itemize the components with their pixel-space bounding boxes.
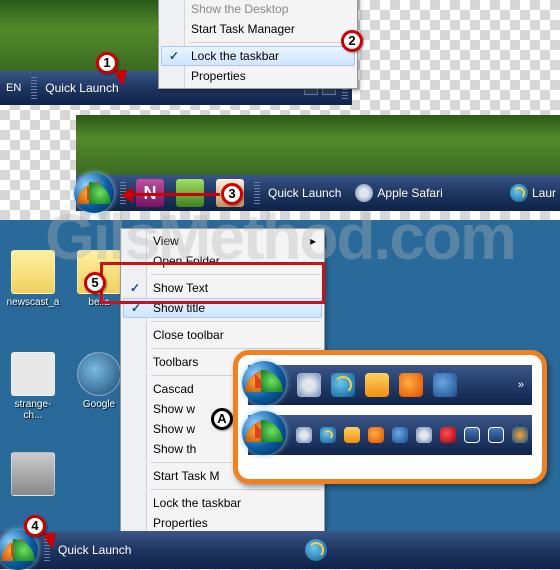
firefox-icon[interactable] — [399, 373, 423, 397]
file-icon — [11, 452, 55, 496]
arrow-line — [130, 193, 220, 196]
start-orb[interactable] — [74, 173, 114, 213]
menu-separator — [151, 321, 320, 322]
browser-icon[interactable] — [416, 427, 432, 443]
menu-item-properties[interactable]: Properties — [123, 513, 322, 533]
menu-separator — [151, 489, 320, 490]
taskbar-item-safari[interactable]: Apple Safari — [373, 186, 446, 200]
menu-item-lock-taskbar[interactable]: ✓ Lock the taskbar — [161, 46, 355, 66]
icon-label: bella — [88, 297, 109, 308]
panel-2: N Quick Launch Apple Safari Laur — [76, 115, 560, 211]
menu-separator — [151, 348, 320, 349]
ie-icon[interactable] — [510, 184, 528, 202]
menu-separator — [151, 274, 320, 275]
menu-item-view[interactable]: View▸ — [123, 231, 322, 251]
check-icon: ✓ — [130, 281, 140, 295]
icon-label: newscast_a — [7, 297, 60, 308]
menu-item-show-text[interactable]: ✓Show Text — [123, 278, 322, 298]
arrow-head-icon — [121, 187, 133, 203]
globe-icon — [77, 352, 121, 396]
callout-badge-1: 1 — [96, 52, 118, 74]
callout-badge-A: A — [211, 408, 233, 430]
firefox-icon[interactable] — [368, 427, 384, 443]
menu-item-open-folder[interactable]: Open Folder — [123, 251, 322, 271]
check-icon: ✓ — [131, 301, 141, 315]
thunderbird-icon[interactable] — [392, 427, 408, 443]
desktop-icon-newscast[interactable]: newscast_a — [6, 250, 60, 308]
ie-icon[interactable] — [305, 539, 327, 561]
file-icon — [11, 352, 55, 396]
menu-separator — [189, 42, 353, 43]
menu-item-show-title[interactable]: ✓Show title — [123, 298, 322, 318]
safari-icon[interactable] — [297, 373, 321, 397]
chevron-right-icon: ▸ — [310, 234, 316, 248]
opera-icon[interactable] — [440, 427, 456, 443]
toolbar-grip[interactable] — [31, 77, 37, 99]
taskbar-3[interactable]: Quick Launch — [0, 531, 560, 569]
arrow-icon — [42, 533, 56, 549]
example-taskbar-small — [248, 415, 532, 455]
folder-icon — [11, 250, 55, 294]
menu-item-lock-taskbar[interactable]: Lock the taskbar — [123, 493, 322, 513]
safari-icon[interactable] — [355, 184, 373, 202]
menu-item-start-task-manager[interactable]: Start Task Manager — [161, 19, 355, 39]
display-icon[interactable] — [488, 427, 504, 443]
outlook-icon[interactable] — [365, 373, 389, 397]
language-indicator[interactable]: EN — [0, 82, 27, 94]
desktop-icon-google[interactable]: Google — [72, 352, 126, 410]
desktop-grass — [76, 115, 560, 175]
menu-item-properties[interactable]: Properties — [161, 66, 355, 86]
start-orb[interactable] — [242, 361, 286, 405]
desktop-icon-strange[interactable]: strange-ch... — [6, 352, 60, 421]
outlook-icon[interactable] — [344, 427, 360, 443]
menu-item-show-desktop[interactable]: Show the Desktop — [161, 0, 355, 19]
media-player-icon[interactable] — [512, 427, 528, 443]
thunderbird-icon[interactable] — [433, 373, 457, 397]
taskbar-context-menu-1: Show the Desktop Start Task Manager ✓ Lo… — [158, 0, 358, 89]
callout-badge-3: 3 — [221, 183, 243, 205]
icon-label: Google — [83, 399, 115, 410]
safari-icon[interactable] — [296, 427, 312, 443]
start-orb[interactable] — [242, 411, 286, 455]
display-icon[interactable] — [464, 427, 480, 443]
callout-badge-5: 5 — [84, 272, 106, 294]
quick-launch-label[interactable]: Quick Launch — [54, 543, 135, 557]
check-icon: ✓ — [169, 49, 179, 63]
arrow-icon — [113, 70, 127, 86]
icon-label: strange-ch... — [15, 399, 52, 421]
quick-launch-label[interactable]: Quick Launch — [41, 81, 122, 95]
example-taskbar-large: » — [248, 365, 532, 405]
desktop-icon-file[interactable] — [6, 452, 60, 499]
quick-launch-label[interactable]: Quick Launch — [264, 186, 345, 200]
callout-badge-2: 2 — [341, 30, 363, 52]
toolbar-grip[interactable] — [254, 182, 260, 204]
ie-icon[interactable] — [331, 373, 355, 397]
ie-icon[interactable] — [320, 427, 336, 443]
menu-item-close-toolbar[interactable]: Close toolbar — [123, 325, 322, 345]
callout-compare: » — [233, 350, 547, 484]
callout-badge-4: 4 — [24, 515, 46, 537]
taskbar-item-truncated[interactable]: Laur — [528, 186, 560, 200]
chevron-right-icon[interactable]: » — [518, 379, 524, 391]
